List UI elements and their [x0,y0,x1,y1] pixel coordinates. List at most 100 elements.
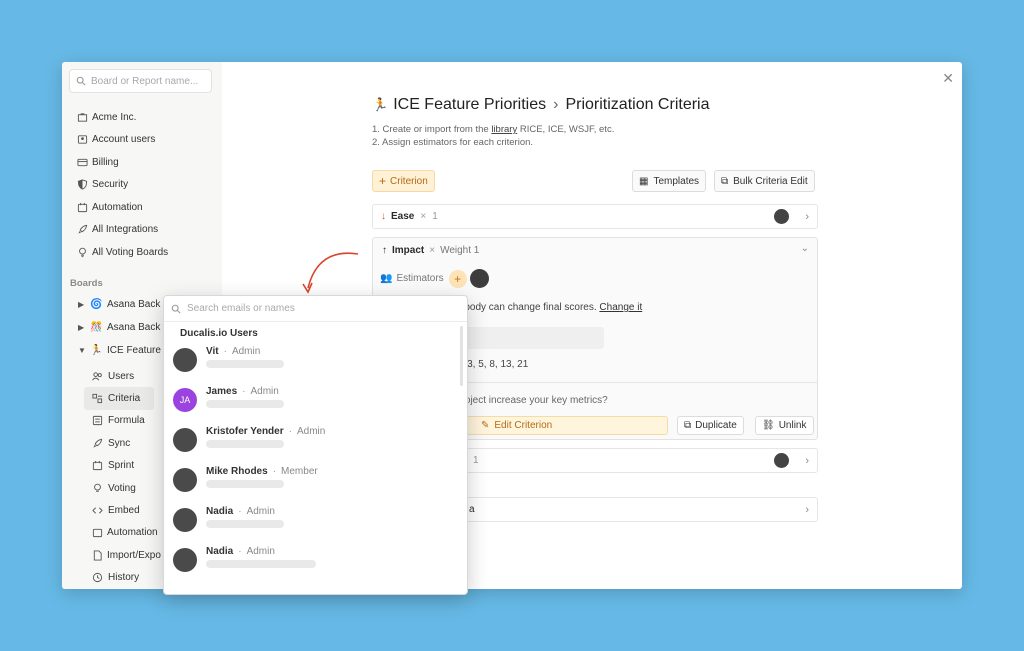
estimator-search-input[interactable]: Search emails or names [164,296,467,322]
avatar [774,209,789,224]
user-name: Nadia [206,506,234,517]
pencil-icon: ✎ [481,420,490,431]
board-asana-1[interactable]: ▶ 🌀 Asana Back [78,299,160,310]
formula-icon [92,415,104,427]
list-item[interactable]: Nadia · Admin [164,539,467,579]
chevron-right-icon[interactable]: › [805,211,809,223]
subnav-sync[interactable]: Sync [84,432,154,454]
caret-down-icon[interactable]: ▼ [78,346,90,355]
separator-dot: · [288,426,292,437]
sidebar-item-voting-boards[interactable]: All Voting Boards [76,241,168,264]
estimator-picker-popover: Search emails or names Ducalis.io Users … [163,295,468,595]
users-icon [92,370,104,382]
subnav-import-export[interactable]: Import/Expo [84,544,161,566]
sidebar-item-label: Security [92,179,129,191]
user-email-blurred [206,440,284,448]
subnav-label: Criteria [108,393,141,405]
confetti-icon: 🎊 [90,322,103,333]
avatar [173,508,197,532]
list-item[interactable]: Vit · Admin [164,339,467,379]
copy-icon: ⧉ [684,420,692,431]
list-item[interactable]: Mike Rhodes · Member [164,459,467,499]
arrow-down-icon: ↓ [381,211,386,222]
users-group-heading: Ducalis.io Users [180,328,258,339]
change-it-link[interactable]: Change it [599,302,642,313]
sidebar-item-automation[interactable]: Automation [76,196,168,219]
user-name: Nadia [206,546,234,557]
board-ice-feature[interactable]: ▼ 🏃 ICE Feature [78,345,161,356]
list-item[interactable]: Kristofer Yender · Admin [164,419,467,459]
scale-select[interactable] [456,327,604,349]
subnav-label: Sprint [108,460,135,472]
sidebar-item-label: Acme Inc. [92,111,137,123]
subnav-automation[interactable]: Automation [84,522,158,544]
bulk-edit-button[interactable]: ⧉ Bulk Criteria Edit [714,170,815,192]
chevron-down-icon[interactable]: ⌄ [801,243,809,254]
board-subnav: Users Criteria Formula Sync Sprint Votin… [84,365,161,589]
edit-criterion-button[interactable]: ✎ Edit Criterion [456,416,668,435]
step2-text: 2. Assign estimators for each criterion. [372,137,534,148]
library-link[interactable]: library [491,124,517,135]
subnav-formula[interactable]: Formula [84,410,154,432]
separator-dot: · [272,466,277,477]
section-title: Prioritization Criteria [565,96,710,113]
user-name: Vit [206,346,219,357]
bulk-edit-icon: ⧉ [721,175,729,187]
list-item[interactable]: Nadia · Admin [164,499,467,539]
avatar: JA [173,388,197,412]
sidebar-item-label: All Integrations [92,224,159,236]
criterion-weight: 1 [473,455,479,466]
subnav-users[interactable]: Users [84,365,154,387]
caret-right-icon[interactable]: ▶ [78,300,90,309]
sidebar-item-label: Billing [92,156,119,168]
user-email-blurred [206,400,284,408]
sidebar-item-security[interactable]: Security [76,174,168,197]
subnav-label: Voting [108,482,136,494]
add-estimator-button[interactable]: + [448,269,467,288]
criterion-row-ease[interactable]: ↓ Ease × 1 › [372,204,818,229]
list-item[interactable]: JA James · Admin [164,379,467,419]
code-icon [92,505,104,517]
user-role: Admin [246,506,275,517]
subnav-sprint[interactable]: Sprint [84,455,154,477]
sidebar-item-billing[interactable]: Billing [76,151,168,174]
file-csv-icon [92,549,103,561]
avatar[interactable] [469,269,489,288]
separator-dot: · [223,346,227,357]
sidebar-item-integrations[interactable]: All Integrations [76,219,168,242]
boards-section-label: Boards [70,278,103,289]
board-title[interactable]: ICE Feature Priorities [393,96,546,114]
subnav-criteria[interactable]: Criteria [84,387,154,410]
subnav-history[interactable]: History [84,567,154,589]
caret-right-icon[interactable]: ▶ [78,323,90,332]
avatar [173,548,197,572]
templates-button[interactable]: ▦ Templates [632,170,707,192]
unlink-button[interactable]: ⛓ Unlink [755,416,814,435]
breadcrumb-chevron-icon: › [553,96,559,113]
chevron-right-icon[interactable]: › [805,504,809,516]
sidebar-item-account-users[interactable]: Account users [76,129,168,152]
spiral-icon: 🌀 [90,299,103,310]
rocket-icon [76,224,88,236]
duplicate-button[interactable]: ⧉ Duplicate [677,416,744,435]
step1-suffix: RICE, ICE, WSJF, etc. [517,124,615,135]
board-search-input[interactable]: Board or Report name... [69,69,212,93]
user-role: Admin [296,426,326,437]
plus-icon: + [379,174,387,188]
sidebar-item-acme[interactable]: Acme Inc. [76,106,168,129]
board-asana-2[interactable]: ▶ 🎊 Asana Back [78,322,160,333]
criterion-label: Criterion [390,175,428,187]
add-criterion-button[interactable]: + Criterion [372,170,435,192]
subnav-embed[interactable]: Embed [84,499,154,521]
user-name: Kristofer Yender [206,426,284,437]
sidebar-nav: Acme Inc. Account users Billing Security… [76,106,168,264]
subnav-voting[interactable]: Voting [84,477,154,499]
criteria-icon [92,393,104,405]
criterion-weight: Weight 1 [440,245,480,256]
criterion-name: a [469,504,475,515]
chevron-right-icon[interactable]: › [805,455,809,467]
close-icon[interactable]: ✕ [942,70,954,87]
user-email-blurred [206,360,284,368]
criterion-header[interactable]: ↑ Impact × Weight 1 [382,245,479,256]
user-role: Admin [246,546,275,557]
